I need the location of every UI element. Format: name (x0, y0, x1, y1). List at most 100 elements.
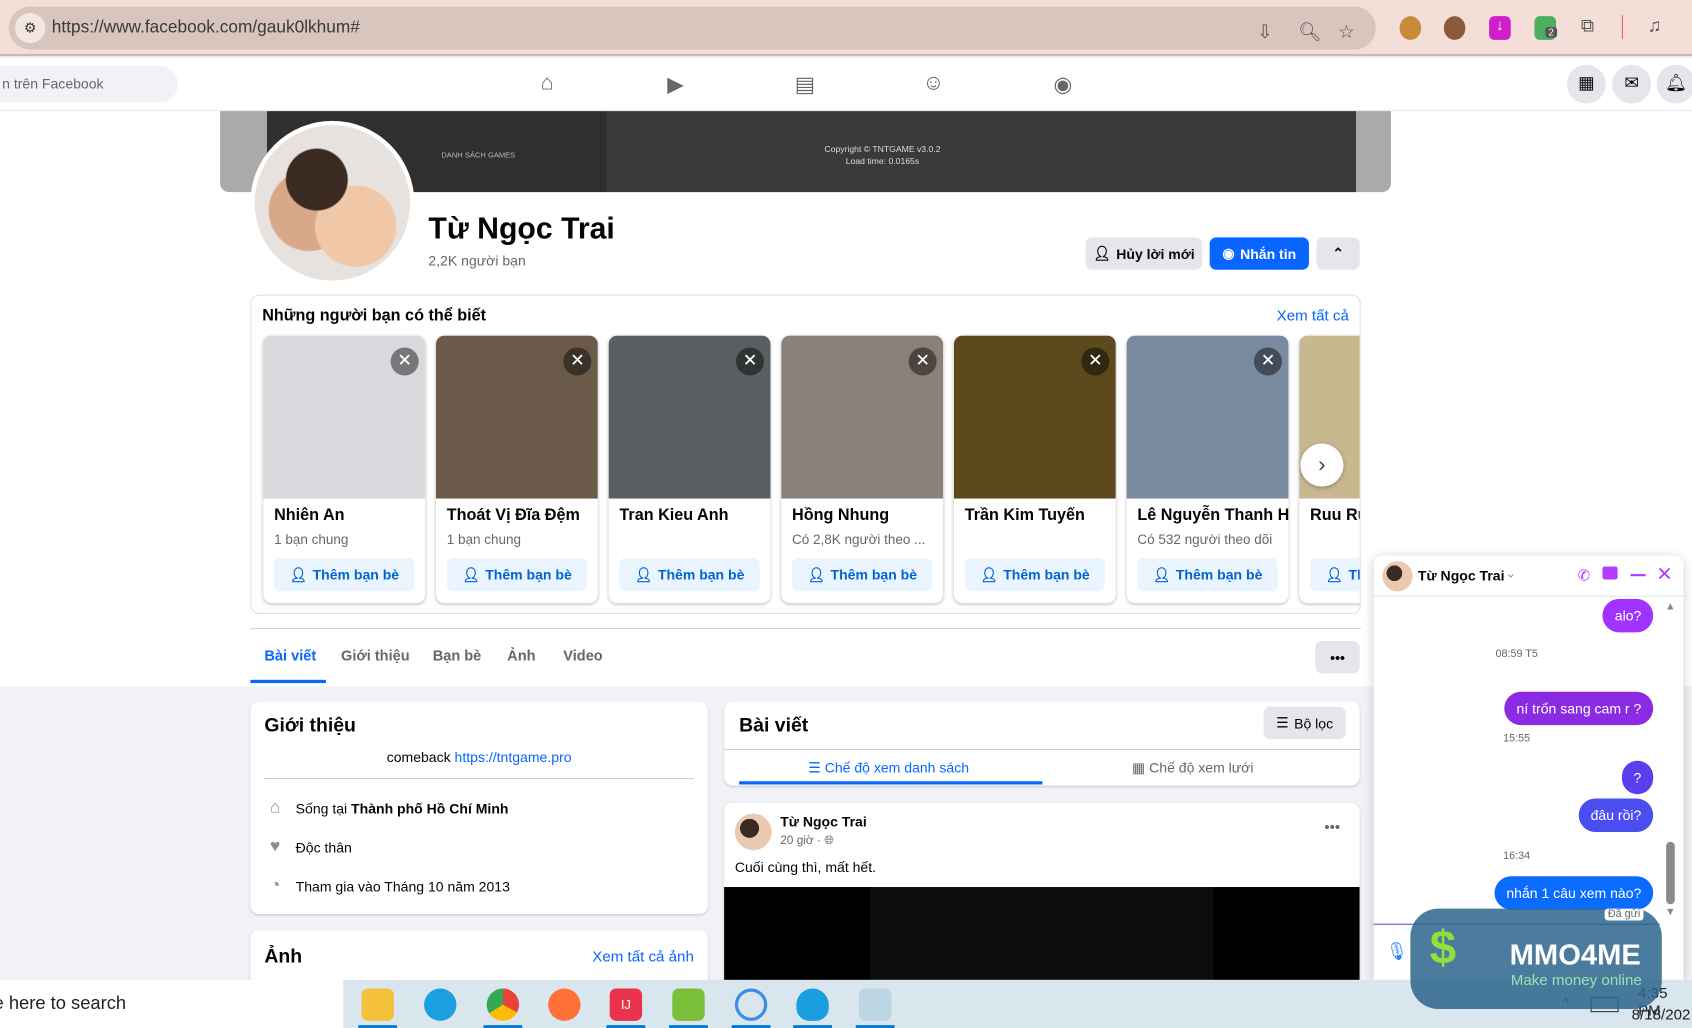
filter-button[interactable]: ☰ Bộ lọc (1263, 706, 1346, 740)
profile-avatar[interactable] (250, 120, 415, 285)
suggestion-name[interactable]: Ruu Ru (1310, 506, 1360, 524)
add-friend-button[interactable]: 👤︎Thêm bạn bè (619, 557, 760, 592)
collapse-button[interactable]: ⌃ (1316, 237, 1360, 270)
profile-name: Từ Ngọc Trai (428, 211, 615, 245)
url-text[interactable]: https://www.facebook.com/gauk0lkhum# (52, 18, 360, 37)
add-friend-button[interactable]: 👤︎Thêm bạn bè (274, 557, 415, 592)
suggestion-name[interactable]: Tran Kieu Anh (619, 506, 728, 524)
close-icon[interactable]: ✕ (908, 347, 937, 376)
install-icon[interactable]: ⇩ (1257, 22, 1272, 44)
zoom-icon[interactable]: 🔍︎ (1298, 22, 1321, 44)
close-icon[interactable]: ✕ (1656, 563, 1672, 586)
cancel-request-button[interactable]: 👤︎ Hủy lời mới (1085, 237, 1203, 270)
suggestion-card[interactable]: ✕ Nhiên An 1 bạn chung 👤︎ Thêm bạn bè (263, 335, 426, 604)
close-icon[interactable]: ✕ (735, 347, 765, 376)
bookmark-star-icon[interactable]: ☆ (1338, 22, 1354, 44)
suggestion-card[interactable]: ✕ Tran Kieu Anh 👤︎ Thêm bạn bè (608, 335, 771, 604)
edge-icon[interactable] (424, 988, 457, 1021)
add-friend-button[interactable]: 👤︎Thêm bạn bè (446, 557, 588, 592)
chat-message-bubble[interactable]: ní trốn sang cam r ? (1504, 691, 1654, 726)
suggestion-name[interactable]: Nhiên An (274, 506, 344, 524)
groups-icon[interactable]: ☺ (917, 71, 949, 96)
chat-message-bubble[interactable]: đâu rồi? (1578, 798, 1654, 832)
app-icon[interactable] (734, 988, 768, 1021)
close-icon[interactable]: ✕ (390, 347, 419, 376)
see-all-photos-link[interactable]: Xem tất cả ảnh (592, 947, 694, 964)
message-button[interactable]: ◉ Nhắn tin (1209, 237, 1309, 270)
notepad-plus-icon[interactable] (672, 988, 705, 1021)
add-friend-label: Thêm bạn bè (1003, 566, 1090, 583)
tab-friends[interactable]: Bạn bè (433, 647, 482, 663)
post-author-avatar[interactable] (734, 813, 772, 851)
notifications-bell-icon[interactable]: 🔔︎ (1656, 64, 1692, 104)
menu-grid-icon[interactable]: ▦ (1566, 64, 1606, 104)
post-options-icon[interactable]: ••• (1324, 818, 1340, 835)
suggestion-card[interactable]: ✕ Thoát Vị Đĩa Đệm 1 bạn chung 👤︎ Thêm bạ… (435, 335, 598, 604)
close-icon[interactable]: ✕ (1081, 347, 1110, 376)
extensions-puzzle-icon[interactable]: ⧉ (1581, 15, 1594, 37)
taskbar-search[interactable]: e here to search (0, 979, 344, 1028)
site-info-icon[interactable]: ⚙ (15, 12, 46, 44)
file-explorer-icon[interactable] (361, 988, 394, 1021)
close-icon[interactable]: ✕ (1253, 347, 1282, 376)
media-control-icon[interactable]: ♫ (1648, 15, 1662, 37)
post-time[interactable]: 20 giờ · 🌐︎ (780, 834, 834, 848)
cookie-extension-icon[interactable] (1399, 16, 1422, 40)
suggestion-card[interactable]: ✕ Hồng Nhung Có 2,8K người theo ... 👤︎ Th… (781, 335, 944, 604)
tab-posts[interactable]: Bài viết (264, 647, 316, 663)
add-friend-button[interactable]: 👤︎Thêm bạn bè (964, 557, 1105, 592)
cookie-editor-extension-icon[interactable] (1443, 16, 1466, 40)
gaming-icon[interactable]: ◉ (1047, 71, 1079, 98)
chat-name[interactable]: Từ Ngọc Trai (1418, 568, 1505, 584)
microphone-icon[interactable]: 🎙︎ (1386, 941, 1408, 963)
chat-scrollbar[interactable] (1666, 841, 1675, 905)
post-author[interactable]: Từ Ngọc Trai (780, 814, 867, 830)
tab-video[interactable]: Video (563, 647, 602, 663)
scroll-down-icon[interactable]: ▼ (1665, 906, 1676, 918)
suggestion-name[interactable]: Trần Kim Tuyến (965, 506, 1085, 524)
minimize-icon[interactable] (1630, 574, 1646, 577)
more-options-button[interactable]: ••• (1315, 640, 1360, 674)
firefox-icon[interactable] (548, 988, 581, 1021)
suggestion-card[interactable]: ✕ Lê Nguyễn Thanh H Có 532 người theo dõ… (1126, 335, 1289, 604)
messenger-icon[interactable]: ✉ (1612, 64, 1652, 104)
chevron-down-icon[interactable]: ⌄ (1505, 565, 1516, 580)
see-all-link[interactable]: Xem tất cả (1277, 306, 1349, 323)
scroll-up-icon[interactable]: ▲ (1665, 601, 1676, 613)
suggestion-name[interactable]: Hồng Nhung (792, 506, 889, 524)
address-bar[interactable]: ⚙ https://www.facebook.com/gauk0lkhum# ⇩… (8, 6, 1376, 50)
clock-date[interactable]: 8/18/202 (1632, 1006, 1691, 1023)
video-call-icon[interactable] (1602, 566, 1618, 580)
tab-photos[interactable]: Ảnh (507, 647, 535, 663)
close-icon[interactable]: ✕ (563, 347, 592, 376)
add-friend-button[interactable]: 👤︎Thêm bạn bè (792, 557, 933, 592)
list-view-tab[interactable]: ☰ Chế độ xem danh sách (808, 760, 969, 777)
download-extension-icon[interactable]: ↓ (1489, 16, 1511, 40)
suggestion-name[interactable]: Lê Nguyễn Thanh H (1137, 506, 1288, 524)
chat-message-bubble[interactable]: alo? (1602, 598, 1654, 633)
chrome-icon[interactable] (486, 988, 520, 1021)
next-arrow-button[interactable]: › (1300, 443, 1344, 487)
bio-link[interactable]: https://tntgame.pro (455, 749, 572, 765)
chat-message-bubble[interactable]: ? (1621, 760, 1654, 795)
phone-icon[interactable]: ✆ (1578, 567, 1591, 585)
city-link[interactable]: Thành phố Hồ Chí Minh (351, 800, 508, 816)
tab-about[interactable]: Giới thiệu (341, 647, 410, 663)
grid-view-tab[interactable]: ▦ Chế độ xem lưới (1132, 760, 1254, 777)
suggestion-name[interactable]: Thoát Vị Đĩa Đệm (447, 506, 580, 524)
facebook-search-input[interactable]: n trên Facebook (0, 65, 179, 103)
add-friend-button[interactable]: 👤︎Thêm bạn bè (1310, 557, 1360, 592)
video-icon[interactable]: ▶ (659, 71, 691, 98)
suggestion-card[interactable]: ✕ Trần Kim Tuyến 👤︎ Thêm bạn bè (953, 335, 1116, 604)
intellij-icon[interactable]: IJ (609, 988, 643, 1021)
chat-avatar[interactable] (1382, 561, 1413, 592)
elephant-app-icon[interactable] (796, 988, 829, 1021)
friend-count[interactable]: 2,2K người bạn (428, 253, 525, 269)
add-friend-button[interactable]: 👤︎Thêm bạn bè (1137, 557, 1278, 592)
shield-extension-icon[interactable]: 2 (1534, 16, 1558, 40)
chat-message-bubble[interactable]: nhắn 1 câu xem nào? (1494, 876, 1654, 910)
notepad-icon[interactable] (858, 988, 892, 1021)
add-friend-label: Thêm bạn bè (1175, 566, 1263, 583)
marketplace-icon[interactable]: ▤ (789, 71, 821, 98)
home-icon[interactable]: ⌂ (531, 71, 563, 96)
